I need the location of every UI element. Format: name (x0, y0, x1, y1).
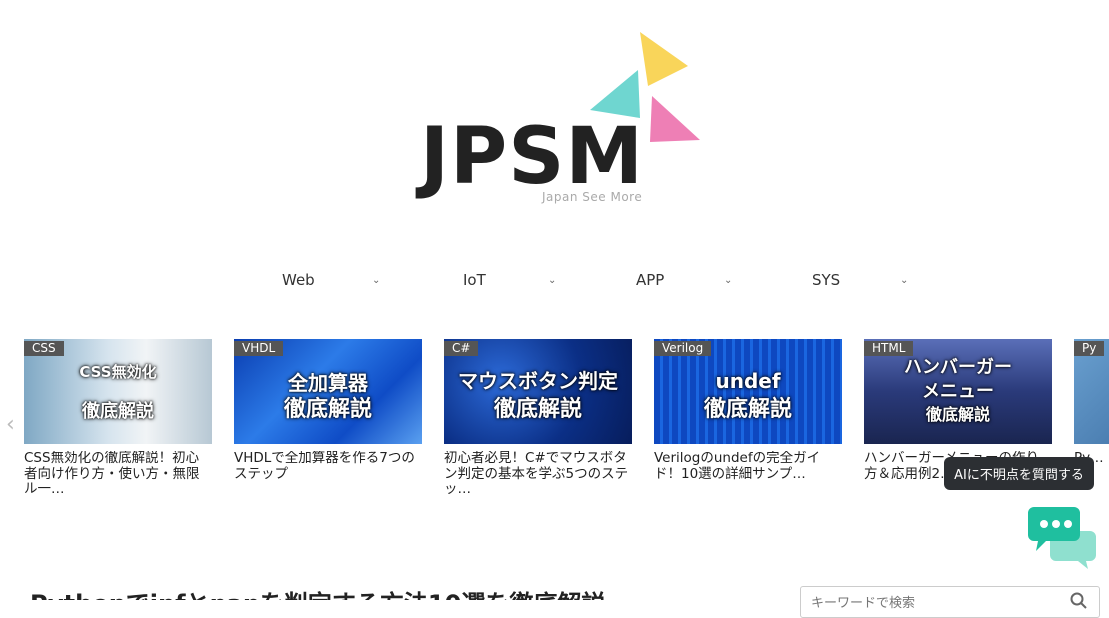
nav-item-web[interactable]: Web ⌄ (282, 262, 380, 298)
thumb-text: 徹底解説 (283, 397, 372, 422)
article-title[interactable]: Verilogのundefの完全ガイド！10選の詳細サンプ… (654, 451, 842, 499)
nav-item-label: Web (282, 271, 315, 289)
article-card[interactable]: VHDL 全加算器 徹底解説 VHDLで全加算器を作る7つのステップ (234, 339, 422, 499)
main-nav: Web ⌄ IoT ⌄ APP ⌄ SYS ⌄ (0, 262, 1109, 298)
category-tag: Py (1074, 341, 1105, 356)
thumb-text: 徹底解説 (703, 397, 792, 422)
search-icon[interactable] (1070, 592, 1088, 610)
ai-question-bubble[interactable]: AIに不明点を質問する (944, 457, 1094, 490)
carousel-prev-icon[interactable]: ‹ (6, 412, 15, 437)
article-title[interactable]: 初心者必見！C#でマウスボタン判定の基本を学ぶ5つのステッ… (444, 451, 632, 499)
nav-item-label: APP (636, 271, 665, 289)
article-thumbnail: VHDL 全加算器 徹底解説 (234, 339, 422, 444)
category-tag: CSS (24, 341, 64, 356)
nav-item-sys[interactable]: SYS ⌄ (812, 262, 908, 298)
article-title[interactable]: VHDLで全加算器を作る7つのステップ (234, 451, 422, 499)
article-card[interactable]: CSS CSS無効化 徹底解説 CSS無効化の徹底解説！初心者向け作り方・使い方… (24, 339, 212, 499)
category-tag: C# (444, 341, 479, 356)
article-thumbnail: CSS CSS無効化 徹底解説 (24, 339, 212, 444)
thumb-text: ハンバーガー (904, 357, 1012, 378)
chevron-down-icon: ⌄ (900, 274, 909, 286)
nav-item-iot[interactable]: IoT ⌄ (463, 262, 556, 298)
article-thumbnail: C# マウスボタン判定 徹底解説 (444, 339, 632, 444)
article-thumbnail: Verilog undef 徹底解説 (654, 339, 842, 444)
thumb-text: 徹底解説 (82, 401, 154, 422)
search-input[interactable] (800, 586, 1100, 618)
nav-item-label: IoT (463, 271, 486, 289)
nav-item-app[interactable]: APP ⌄ (636, 262, 732, 298)
thumb-text: undef (715, 369, 781, 393)
site-logo[interactable]: JPSM Japan See More (400, 20, 720, 220)
article-card[interactable]: C# マウスボタン判定 徹底解説 初心者必見！C#でマウスボタン判定の基本を学ぶ… (444, 339, 632, 499)
article-card[interactable]: Verilog undef 徹底解説 Verilogのundefの完全ガイド！1… (654, 339, 842, 499)
article-carousel: ‹ › CSS CSS無効化 徹底解説 CSS無効化の徹底解説！初心者向け作り方… (0, 330, 1109, 510)
thumb-text: 徹底解説 (493, 397, 582, 422)
nav-item-label: SYS (812, 271, 841, 289)
article-heading: Pythonでinfとnanを判定する方法10選を徹底解説 (30, 588, 770, 600)
chevron-down-icon: ⌄ (372, 274, 381, 286)
logo-subtitle: Japan See More (542, 190, 643, 204)
thumb-text: CSS無効化 (79, 363, 157, 381)
chat-bubbles-icon[interactable] (1026, 503, 1098, 571)
category-tag: Verilog (654, 341, 712, 356)
chevron-down-icon: ⌄ (548, 274, 557, 286)
thumb-text: メニュー (922, 381, 994, 402)
article-thumbnail: Py (1074, 339, 1109, 444)
thumb-text: マウスボタン判定 (458, 369, 618, 393)
chevron-down-icon: ⌄ (724, 274, 733, 286)
logo-text: JPSM (420, 112, 644, 202)
article-thumbnail: HTML ハンバーガー メニュー 徹底解説 (864, 339, 1052, 444)
article-title[interactable]: CSS無効化の徹底解説！初心者向け作り方・使い方・無限ル一… (24, 451, 212, 499)
category-tag: VHDL (234, 341, 284, 356)
thumb-text: 徹底解説 (925, 405, 990, 424)
